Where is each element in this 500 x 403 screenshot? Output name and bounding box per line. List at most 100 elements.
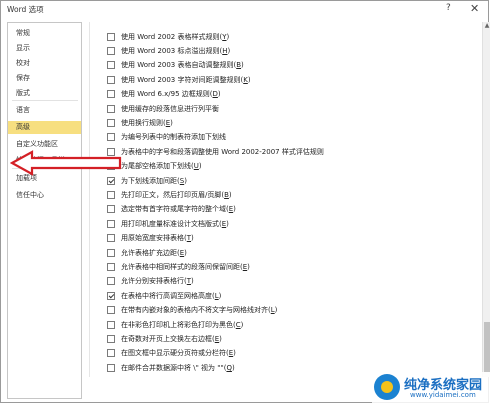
- option-text: 在表格中将行高调至网格高度: [121, 291, 212, 300]
- option-checkbox[interactable]: [107, 104, 115, 113]
- option-checkbox[interactable]: [107, 262, 115, 271]
- window-title: Word 选项: [7, 5, 44, 14]
- option-access-key: T: [186, 234, 192, 243]
- option-checkbox[interactable]: [107, 320, 115, 329]
- option-label: 允许表格中相同样式的段落间保留间距(E): [121, 262, 250, 271]
- option-row[interactable]: 使用 Word 2003 字符对间距调整规则(K): [107, 74, 251, 85]
- option-text: 在图文框中显示硬分页符或分栏符: [121, 349, 226, 358]
- option-label: 为下划线添加间距(S): [121, 176, 187, 185]
- option-access-key: U: [193, 162, 199, 171]
- option-checkbox[interactable]: [107, 118, 115, 127]
- sidebar-separator: [12, 100, 78, 101]
- option-label: 为尾部空格添加下划线(U): [121, 162, 202, 171]
- option-row[interactable]: 使用 Word 2003 标点溢出规则(H): [107, 45, 230, 56]
- option-row[interactable]: 先打印正文，然后打印页眉/页脚(B): [107, 189, 232, 200]
- sidebar-item[interactable]: 版式: [8, 87, 81, 100]
- option-label: 在非彩色打印机上将彩色打印为黑色(C): [121, 320, 244, 329]
- sidebar-item[interactable]: 常规: [8, 27, 81, 40]
- option-access-key: E: [228, 349, 234, 358]
- watermark: 纯净系统家园 www.yidaimei.com: [372, 372, 500, 403]
- option-checkbox[interactable]: [107, 248, 115, 257]
- option-row[interactable]: 允许表格中相同样式的段落间保留间距(E): [107, 261, 250, 272]
- option-label: 允许表格扩充边距(E): [121, 248, 187, 257]
- sidebar-item[interactable]: 语言: [8, 104, 81, 117]
- option-checkbox[interactable]: [107, 234, 115, 243]
- option-text: 用原始宽度安排表格: [121, 234, 184, 243]
- sidebar-item[interactable]: 高级: [8, 121, 81, 134]
- option-row[interactable]: 使用换行规则(E): [107, 117, 173, 128]
- option-row[interactable]: 在图文框中显示硬分页符或分栏符(E): [107, 348, 236, 359]
- option-text: 使用 Word 2003 表格自动调整规则: [121, 61, 234, 70]
- option-row[interactable]: 为表格中的字号和段落调整使用 Word 2002-2007 样式评估规则: [107, 146, 324, 157]
- sidebar-item[interactable]: 显示: [8, 42, 81, 55]
- option-checkbox[interactable]: [107, 75, 115, 84]
- option-checkbox[interactable]: [107, 61, 115, 70]
- watermark-url: www.yidaimei.com: [410, 391, 476, 399]
- option-row[interactable]: 用原始宽度安排表格(T): [107, 233, 194, 244]
- option-label: 使用 Word 2002 表格样式规则(Y): [121, 32, 230, 41]
- option-text: 在带有内嵌对象的表格内不将文字与网格线对齐: [121, 306, 268, 315]
- option-text: 为下划线添加间距: [121, 176, 177, 185]
- option-label: 使用缓存的段落信息进行列平衡: [121, 104, 219, 114]
- option-row[interactable]: 在带有内嵌对象的表格内不将文字与网格线对齐(L): [107, 305, 277, 316]
- option-row[interactable]: 在奇数对开页上交换左右边框(E): [107, 333, 222, 344]
- option-checkbox[interactable]: [107, 349, 115, 358]
- scroll-thumb[interactable]: [484, 322, 490, 372]
- option-checkbox[interactable]: [107, 306, 115, 315]
- option-checkbox[interactable]: [107, 291, 115, 300]
- option-checkbox[interactable]: [107, 90, 115, 99]
- option-row[interactable]: 使用 Word 2003 表格自动调整规则(B): [107, 60, 244, 71]
- option-label: 在带有内嵌对象的表格内不将文字与网格线对齐(L): [121, 306, 278, 315]
- option-label: 为表格中的字号和段落调整使用 Word 2002-2007 样式评估规则: [121, 147, 324, 157]
- option-checkbox[interactable]: [107, 190, 115, 199]
- close-icon[interactable]: ✕: [470, 2, 479, 15]
- option-row[interactable]: 使用缓存的段落信息进行列平衡: [107, 103, 219, 114]
- sidebar-item[interactable]: 校对: [8, 57, 81, 70]
- red-arrow-annotation: [10, 150, 122, 176]
- option-checkbox[interactable]: [107, 363, 115, 372]
- option-row[interactable]: 在非彩色打印机上将彩色打印为黑色(C): [107, 319, 243, 330]
- option-text: 允许分别安排表格行: [121, 277, 184, 286]
- option-text: 先打印正文，然后打印页眉/页脚: [121, 190, 222, 199]
- option-text: 使用换行规则: [121, 118, 163, 127]
- option-text: 允许表格中相同样式的段落间保留间距: [121, 262, 240, 271]
- option-label: 在邮件合并数据源中将 \" 视为 ""(Q): [121, 363, 235, 372]
- option-row[interactable]: 在邮件合并数据源中将 \" 视为 ""(Q): [107, 362, 235, 373]
- option-checkbox[interactable]: [107, 219, 115, 228]
- option-checkbox[interactable]: [107, 46, 115, 55]
- sidebar-item[interactable]: 保存: [8, 72, 81, 85]
- option-row[interactable]: 选定带有首字符或尾字符的整个域(E): [107, 204, 236, 215]
- option-row[interactable]: 允许分别安排表格行(T): [107, 276, 194, 287]
- option-checkbox[interactable]: [107, 32, 115, 41]
- option-row[interactable]: 在表格中将行高调至网格高度(L): [107, 290, 221, 301]
- help-icon[interactable]: ?: [446, 3, 451, 13]
- option-label: 在表格中将行高调至网格高度(L): [121, 291, 222, 300]
- option-access-key: Y: [222, 32, 227, 41]
- option-checkbox[interactable]: [107, 205, 115, 214]
- option-text: 为表格中的字号和段落调整使用 Word 2002-2007 样式评估规则: [121, 147, 324, 156]
- title-bar: Word 选项 ? ✕: [1, 1, 488, 18]
- option-checkbox[interactable]: [107, 176, 115, 185]
- option-row[interactable]: 使用 Word 2002 表格样式规则(Y): [107, 31, 229, 42]
- option-access-key: E: [221, 219, 227, 228]
- option-label: 使用换行规则(E): [121, 118, 173, 127]
- arrow-shape: [10, 150, 122, 176]
- option-access-key: L: [270, 306, 275, 315]
- option-label: 使用 Word 2003 标点溢出规则(H): [121, 46, 231, 55]
- vertical-scrollbar[interactable]: ▲: [482, 22, 490, 377]
- option-row[interactable]: 允许表格扩充边距(E): [107, 247, 187, 258]
- option-text: 使用 Word 2002 表格样式规则: [121, 32, 220, 41]
- option-access-key: C: [235, 320, 241, 329]
- option-checkbox[interactable]: [107, 133, 115, 142]
- option-row[interactable]: 为编号列表中的制表符添加下划线: [107, 132, 226, 143]
- sidebar-item[interactable]: 信任中心: [8, 189, 81, 202]
- option-row[interactable]: 为下划线添加间距(S): [107, 175, 187, 186]
- option-row[interactable]: 使用 Word 6.x/95 边框规则(D): [107, 89, 221, 100]
- option-access-key: S: [179, 176, 185, 185]
- option-checkbox[interactable]: [107, 277, 115, 286]
- option-label: 允许分别安排表格行(T): [121, 277, 194, 286]
- option-checkbox[interactable]: [107, 334, 115, 343]
- option-row[interactable]: 用打印机度量标准设计文档版式(E): [107, 218, 229, 229]
- option-label: 用打印机度量标准设计文档版式(E): [121, 219, 229, 228]
- scroll-up-arrow-icon[interactable]: ▲: [483, 22, 491, 30]
